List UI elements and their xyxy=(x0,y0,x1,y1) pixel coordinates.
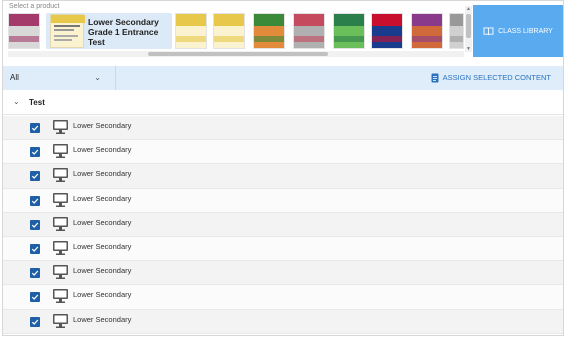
list-item-label: Lower Secondary xyxy=(73,314,132,324)
monitor-icon xyxy=(53,144,68,159)
checkbox[interactable] xyxy=(30,316,40,327)
scrollbar-thumb[interactable] xyxy=(148,52,328,56)
product-cover xyxy=(50,14,85,48)
list-item[interactable]: Lower Secondary xyxy=(3,261,563,286)
check-icon xyxy=(31,319,39,325)
product-thumb-8[interactable] xyxy=(371,13,403,49)
list-item[interactable]: Lower Secondary xyxy=(3,116,563,141)
chevron-down-icon: ⌄ xyxy=(94,73,101,82)
checkbox[interactable] xyxy=(30,195,40,206)
list-item-label: Lower Secondary xyxy=(73,290,132,300)
product-thumb-4[interactable] xyxy=(213,13,245,49)
checkbox[interactable] xyxy=(30,171,40,182)
list-item-label: Lower Secondary xyxy=(73,266,132,276)
list-item-label: Lower Secondary xyxy=(73,241,132,251)
assign-selected-content-button[interactable]: ASSIGN SELECTED CONTENT xyxy=(431,66,551,90)
check-icon xyxy=(31,270,39,277)
monitor-icon xyxy=(53,192,68,207)
group-header[interactable]: ⌄ Test xyxy=(3,91,563,115)
product-strip: Select a product Lower Secondary Grade 1… xyxy=(3,1,563,63)
check-icon xyxy=(31,222,39,228)
scroll-up-icon[interactable]: ▲ xyxy=(465,6,472,12)
monitor-icon xyxy=(53,216,68,231)
check-icon xyxy=(31,173,39,180)
list-item-label: Lower Secondary xyxy=(73,121,132,130)
content-list: Lower Secondary Lower Secondary Lower Seco… xyxy=(3,116,563,334)
list-item[interactable]: Lower Secondary xyxy=(3,309,563,334)
list-item[interactable]: Lower Secondary xyxy=(3,236,563,262)
filter-value: All xyxy=(10,73,19,82)
checkbox[interactable] xyxy=(30,219,40,230)
horizontal-scrollbar[interactable] xyxy=(8,51,464,57)
list-item-label: Lower Secondary xyxy=(73,145,132,155)
class-library-button[interactable]: CLASS LIBRARY xyxy=(473,5,563,57)
product-thumb-6[interactable] xyxy=(293,13,325,49)
list-item-label: Lower Secondary xyxy=(73,217,132,227)
check-icon xyxy=(31,246,39,252)
chevron-down-icon[interactable]: ⌄ xyxy=(13,97,20,106)
filter-bar: All ⌄ ASSIGN SELECTED CONTENT xyxy=(3,66,563,90)
product-thumb-7[interactable] xyxy=(333,13,365,49)
strip-label: Select a product xyxy=(9,3,60,10)
list-item-label: Lower Secondary xyxy=(73,193,132,203)
checkbox[interactable] xyxy=(30,292,40,303)
check-icon xyxy=(31,198,39,204)
product-thumb-3[interactable] xyxy=(175,13,207,49)
checkbox[interactable] xyxy=(30,268,40,279)
assign-label: ASSIGN SELECTED CONTENT xyxy=(442,73,551,82)
monitor-icon xyxy=(53,120,68,134)
product-carousel[interactable]: Lower Secondary Grade 1 Entrance Test xyxy=(8,13,464,51)
check-icon xyxy=(31,294,39,301)
product-title: Lower Secondary Grade 1 Entrance Test xyxy=(88,17,159,47)
check-icon xyxy=(31,125,39,131)
checkbox[interactable] xyxy=(30,147,40,158)
monitor-icon xyxy=(53,313,68,328)
class-library-label: CLASS LIBRARY xyxy=(498,27,553,35)
scrollbar-thumb[interactable] xyxy=(466,14,471,38)
group-title: Test xyxy=(29,98,45,107)
list-item-label: Lower Secondary xyxy=(73,169,132,179)
list-item[interactable]: Lower Secondary xyxy=(3,212,563,237)
product-thumb-9[interactable] xyxy=(411,13,443,49)
product-thumb-5[interactable] xyxy=(253,13,285,49)
list-item[interactable]: Lower Secondary xyxy=(3,188,563,213)
monitor-icon xyxy=(53,240,68,255)
list-item[interactable]: Lower Secondary xyxy=(3,164,563,189)
list-item[interactable]: Lower Secondary xyxy=(3,140,563,165)
monitor-icon xyxy=(53,265,68,280)
checkbox[interactable] xyxy=(30,243,40,254)
monitor-icon xyxy=(53,289,68,304)
filter-select[interactable]: All ⌄ xyxy=(3,66,116,90)
content-library-panel: Select a product Lower Secondary Grade 1… xyxy=(2,0,564,336)
monitor-icon xyxy=(53,168,68,183)
document-icon xyxy=(431,73,439,83)
list-item[interactable]: Lower Secondary xyxy=(3,285,563,310)
vertical-scrollbar[interactable]: ▲ ▼ xyxy=(465,6,472,52)
product-thumb-10[interactable] xyxy=(449,13,464,49)
check-icon xyxy=(31,149,39,156)
product-selected[interactable]: Lower Secondary Grade 1 Entrance Test xyxy=(46,13,172,49)
book-open-icon xyxy=(483,26,494,35)
product-thumb-1[interactable] xyxy=(8,13,40,49)
checkbox[interactable] xyxy=(30,123,40,133)
scroll-down-icon[interactable]: ▼ xyxy=(465,46,472,52)
